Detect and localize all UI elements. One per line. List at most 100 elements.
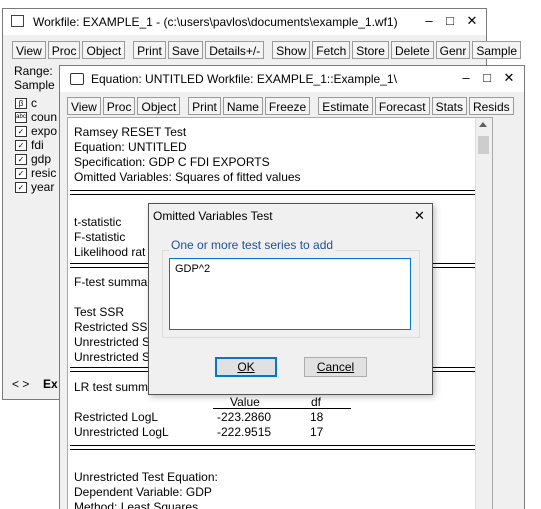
col-value-header: Value (230, 395, 260, 409)
object-label: gdp (31, 152, 52, 166)
alpha-series-icon: abc (15, 112, 27, 124)
eq-view-button[interactable]: View (67, 97, 101, 115)
dialog-close-icon[interactable]: ✕ (414, 208, 425, 224)
output-heading: Ramsey RESET Test (74, 125, 187, 139)
coef-icon: β (15, 98, 27, 110)
eq-freeze-button[interactable]: Freeze (264, 97, 311, 115)
output-equation: Equation: UNTITLED (74, 140, 187, 154)
col-df-header: df (311, 395, 322, 409)
output-divider (70, 190, 488, 195)
equation-minimize-button[interactable]: – (457, 70, 475, 86)
series-icon: ✓ (15, 126, 27, 138)
object-resid[interactable]: ✓ resic (15, 166, 56, 180)
header-underline (213, 408, 351, 409)
workfile-minimize-button[interactable]: – (420, 13, 438, 29)
output-unrestricted-eq: Unrestricted Test Equation: (74, 470, 218, 484)
row-value: -223.2860 (217, 410, 272, 424)
series-icon: ✓ (15, 154, 27, 166)
series-input[interactable]: GDP^2 (169, 258, 411, 330)
eq-object-button[interactable]: Object (137, 97, 181, 115)
cancel-button[interactable]: Cancel (304, 357, 367, 377)
series-input-text: GDP^2 (175, 263, 211, 275)
eq-resids-button[interactable]: Resids (468, 97, 514, 115)
wf-delete-button[interactable]: Delete (390, 41, 434, 59)
workfile-close-button[interactable]: ✕ (463, 13, 481, 29)
eq-forecast-button[interactable]: Forecast (374, 97, 430, 115)
wf-sample-button[interactable]: Sample (472, 41, 522, 59)
object-expo[interactable]: ✓ expo (15, 124, 57, 138)
output-method: Method: Least Squares (74, 500, 199, 509)
range-label: Range: (14, 64, 53, 78)
scroll-up-icon[interactable] (479, 122, 487, 127)
output-dep-var: Dependent Variable: GDP (74, 485, 212, 499)
object-label: c (31, 96, 37, 110)
object-coun[interactable]: abc coun (15, 110, 57, 124)
equation-titlebar[interactable]: Equation: UNTITLED Workfile: EXAMPLE_1::… (60, 66, 524, 92)
wf-proc-button[interactable]: Proc (47, 41, 81, 59)
cancel-button-label: Cancel (316, 360, 355, 374)
wf-print-button[interactable]: Print (133, 41, 166, 59)
workfile-titlebar[interactable]: Workfile: EXAMPLE_1 - (c:\users\pavlos\d… (3, 9, 486, 35)
output-omitted: Omitted Variables: Squares of fitted val… (74, 170, 301, 184)
eq-proc-button[interactable]: Proc (102, 97, 136, 115)
sample-label: Sample (14, 78, 55, 92)
output-unrestricted-ssr: Unrestricted S (74, 335, 151, 349)
groupbox-label: One or more test series to add (169, 238, 336, 252)
wf-view-button[interactable]: View (12, 41, 46, 59)
wf-details-button[interactable]: Details+/- (205, 41, 265, 59)
tab-ex[interactable]: Ex (43, 377, 58, 391)
object-c[interactable]: βc (15, 96, 37, 110)
output-unrestricted-ssr: Unrestricted S (74, 350, 151, 364)
object-gdp[interactable]: ✓ gdp (15, 152, 51, 166)
eq-stats-button[interactable]: Stats (431, 97, 467, 115)
eq-estimate-button[interactable]: Estimate (318, 97, 373, 115)
output-fstat: F-statistic (74, 230, 126, 244)
equation-maximize-button[interactable]: □ (478, 70, 496, 86)
output-restricted-ssr: Restricted SS (74, 320, 148, 334)
equation-title: Equation: UNTITLED Workfile: EXAMPLE_1::… (91, 72, 397, 86)
row-label: Restricted LogL (74, 410, 159, 424)
wf-store-button[interactable]: Store (352, 41, 389, 59)
series-icon: ✓ (15, 168, 27, 180)
wf-show-button[interactable]: Show (272, 41, 311, 59)
equation-close-button[interactable]: ✕ (500, 70, 518, 86)
ok-button-label: OK (237, 360, 255, 374)
output-lr-summary: LR test summ (74, 380, 149, 394)
wf-genr-button[interactable]: Genr (435, 41, 471, 59)
ok-button[interactable]: OK (215, 357, 277, 377)
wf-fetch-button[interactable]: Fetch (312, 41, 351, 59)
output-lr: Likelihood rat (74, 245, 146, 259)
row-value: -222.9515 (217, 425, 272, 439)
omitted-variables-dialog[interactable]: Omitted Variables Test ✕ One or more tes… (148, 203, 433, 395)
output-divider (70, 445, 488, 450)
vertical-scrollbar[interactable] (475, 118, 492, 509)
wf-object-button[interactable]: Object (82, 41, 126, 59)
scroll-thumb[interactable] (478, 136, 489, 154)
object-label: expo (31, 124, 58, 138)
output-tstat: t-statistic (74, 215, 122, 229)
object-label: fdi (31, 138, 44, 152)
workfile-app-icon (11, 15, 24, 27)
series-icon: ✓ (15, 182, 27, 194)
dialog-title: Omitted Variables Test (153, 209, 273, 223)
object-year[interactable]: ✓ year (15, 180, 54, 194)
object-label: coun (31, 110, 58, 124)
workfile-maximize-button[interactable]: □ (441, 13, 459, 29)
eq-name-button[interactable]: Name (222, 97, 263, 115)
equation-app-icon (70, 73, 84, 85)
object-fdi[interactable]: ✓ fdi (15, 138, 44, 152)
eq-print-button[interactable]: Print (188, 97, 221, 115)
row-df: 18 (310, 410, 324, 424)
output-specification: Specification: GDP C FDI EXPORTS (74, 155, 270, 169)
row-df: 17 (310, 425, 324, 439)
series-icon: ✓ (15, 140, 27, 152)
row-label: Unrestricted LogL (74, 425, 169, 439)
workfile-title: Workfile: EXAMPLE_1 - (c:\users\pavlos\d… (33, 15, 398, 29)
workfile-toolbar: View Proc Object Print Save Details+/- S… (12, 41, 522, 59)
wf-save-button[interactable]: Save (167, 41, 204, 59)
equation-toolbar: View Proc Object Print Name Freeze Estim… (67, 97, 514, 115)
object-label: year (31, 180, 55, 194)
output-ftest-summary: F-test summa (74, 275, 148, 289)
output-test-ssr: Test SSR (74, 305, 125, 319)
tab-nav-arrows[interactable]: < > (12, 377, 29, 391)
